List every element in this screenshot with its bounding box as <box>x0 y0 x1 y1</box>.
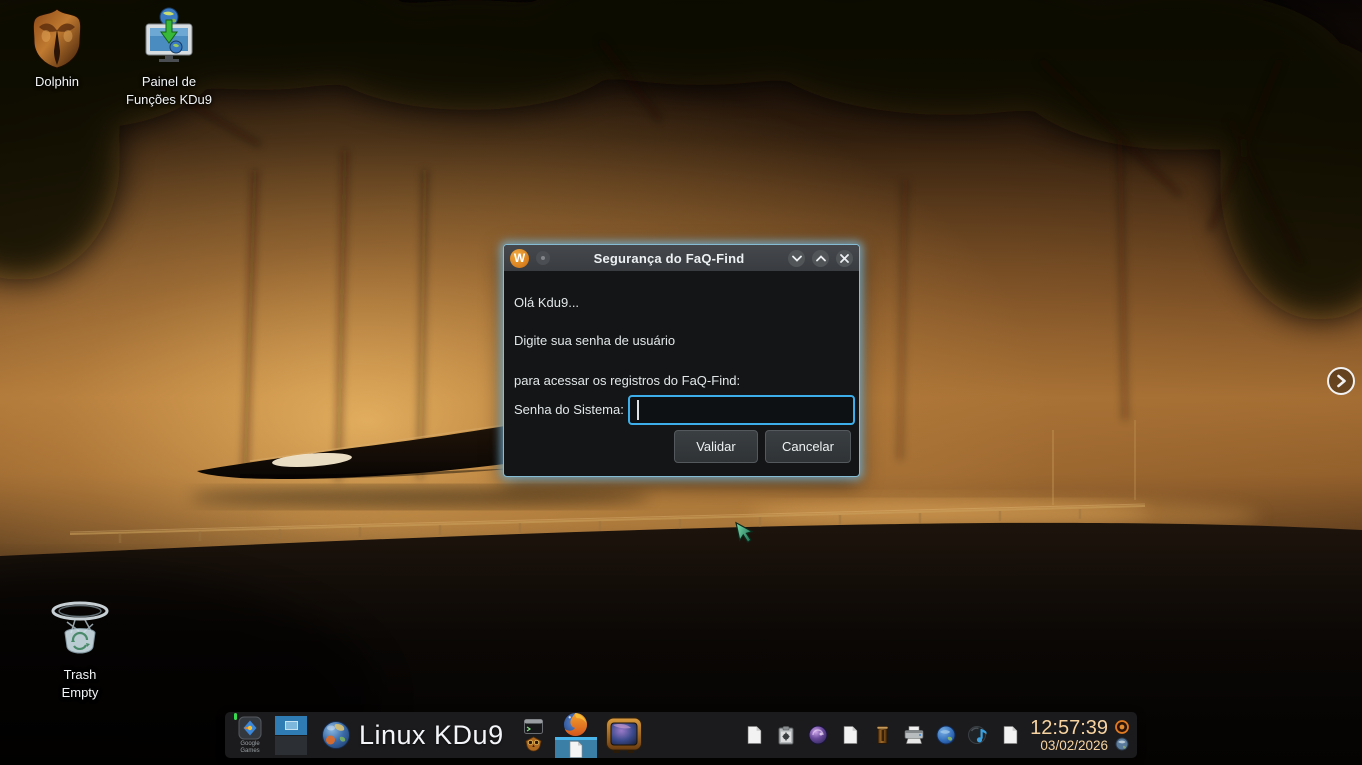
pin-button[interactable] <box>536 251 550 265</box>
desktop-icon-label: Painel de Funções KDu9 <box>126 73 212 108</box>
desktop-icon-trash-empty[interactable]: Trash Empty <box>37 598 123 701</box>
instruction-text-2: para acessar os registros do FaQ-Find: <box>514 373 740 388</box>
app-icon-letter: W <box>514 252 525 264</box>
chevron-down-icon <box>792 255 802 262</box>
pager-desktop-2[interactable] <box>275 736 307 755</box>
tray-mini-column <box>1115 720 1129 751</box>
active-window-title[interactable]: Linux KDu9 <box>359 720 504 751</box>
pager-window-thumb <box>285 721 298 730</box>
instruction-text-1: Digite sua senha de usuário <box>514 333 675 348</box>
close-button[interactable] <box>836 250 853 267</box>
globe-icon <box>321 720 351 750</box>
chevron-up-icon <box>816 255 826 262</box>
app-w-icon[interactable]: W <box>510 249 529 268</box>
text-caret <box>637 400 639 420</box>
panel-expander-button[interactable] <box>1327 367 1355 395</box>
clock-time: 12:57:39 <box>1030 718 1108 738</box>
password-label: Senha do Sistema: <box>514 395 624 425</box>
dialog-body: Olá Kdu9... Digite sua senha de usuário … <box>504 271 859 478</box>
monitor-globe-download-icon <box>142 5 196 69</box>
password-input-wrap <box>628 395 855 425</box>
close-icon <box>840 254 849 263</box>
dialog-titlebar[interactable]: W Segurança do FaQ-Find <box>504 245 859 271</box>
desktop: Dolphin Painel de Funções KDu9 <box>0 0 1362 765</box>
greeting-text: Olá Kdu9... <box>514 295 579 310</box>
document-icon <box>569 741 583 758</box>
chevron-right-icon <box>1336 374 1347 388</box>
launcher-label: Google Games <box>236 741 264 754</box>
digital-clock[interactable]: 12:57:39 03/02/2026 <box>1030 718 1108 753</box>
password-input[interactable] <box>628 395 855 425</box>
task-firefox[interactable] <box>555 712 597 737</box>
tv-media-icon <box>605 716 643 754</box>
dialog-button-row: Validar Cancelar <box>674 430 851 463</box>
terminal-icon[interactable] <box>524 719 543 734</box>
firefox-icon <box>563 712 588 737</box>
cancel-button[interactable]: Cancelar <box>765 430 851 463</box>
tray-klipper-clipboard-icon[interactable] <box>776 724 796 746</box>
clock-date: 03/02/2026 <box>1030 739 1108 753</box>
dolphin-owl-mask-icon <box>31 5 83 69</box>
empty-trash-basket-icon <box>40 598 120 662</box>
shade-button[interactable] <box>788 250 805 267</box>
dialog-title: Segurança do FaQ-Find <box>557 251 781 266</box>
task-column-2 <box>555 712 597 758</box>
tray-container-icon[interactable] <box>872 724 892 746</box>
tray-printer-icon[interactable] <box>904 724 924 746</box>
tray-globe-mini-icon[interactable] <box>1115 737 1129 751</box>
google-games-icon <box>238 716 262 740</box>
desktop-icon-painel-funcoes[interactable]: Painel de Funções KDu9 <box>126 5 212 108</box>
pager-desktop-1[interactable] <box>275 716 307 735</box>
running-indicator <box>234 713 237 720</box>
virtual-desktop-pager <box>275 716 307 755</box>
desktop-icon-label: Dolphin <box>35 73 79 91</box>
desktop-icon-label: Trash Empty <box>62 666 99 701</box>
task-tv-media[interactable] <box>605 716 643 754</box>
tray-document-icon-2[interactable] <box>840 724 860 746</box>
tray-document-icon-1[interactable] <box>744 724 764 746</box>
tray-target-icon[interactable] <box>1115 720 1129 734</box>
desktop-icon-dolphin[interactable]: Dolphin <box>14 5 100 91</box>
validate-button[interactable]: Validar <box>674 430 758 463</box>
launcher-google-games[interactable]: Google Games <box>235 716 265 754</box>
tray-purple-orb-icon[interactable] <box>808 724 828 746</box>
tray-document-icon-3[interactable] <box>1000 724 1020 746</box>
taskbar-panel: Google Games Linux KDu9 <box>225 712 1137 758</box>
security-dialog: W Segurança do FaQ-Find Olá Kdu9... Digi… <box>503 244 860 477</box>
maximize-button[interactable] <box>812 250 829 267</box>
system-tray <box>744 724 1020 746</box>
tray-globe-network-icon[interactable] <box>936 724 956 746</box>
owl-icon[interactable] <box>525 736 542 752</box>
tray-music-note-icon[interactable] <box>968 724 988 746</box>
task-column-1 <box>524 712 543 758</box>
task-document-active[interactable] <box>555 737 597 758</box>
